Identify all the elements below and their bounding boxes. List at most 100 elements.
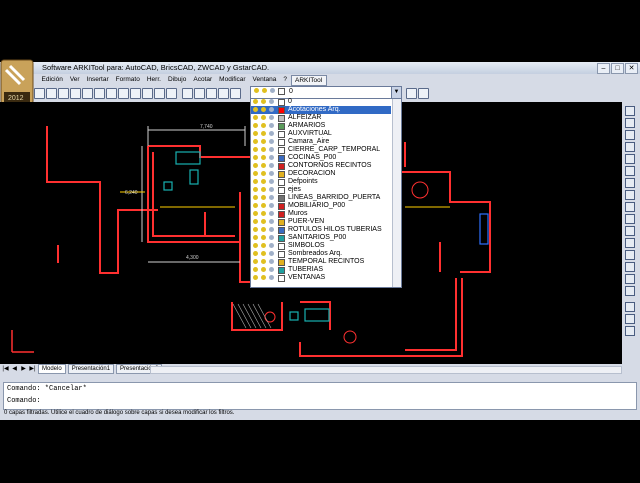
layer-on-icon[interactable]: [253, 155, 258, 160]
layer-color-swatch[interactable]: [278, 179, 285, 186]
layer-row[interactable]: PUER-VEN: [251, 218, 391, 226]
layer-on-icon[interactable]: [253, 203, 258, 208]
layer-on-icon[interactable]: [253, 107, 258, 112]
layer-freeze-icon[interactable]: [261, 115, 266, 120]
layer-lock-icon[interactable]: [269, 163, 274, 168]
layer-row[interactable]: COCINAS_P00: [251, 154, 391, 162]
layer-freeze-icon[interactable]: [261, 211, 266, 216]
menu-acotar[interactable]: Acotar: [190, 75, 216, 86]
layer-on-icon[interactable]: [253, 99, 258, 104]
layer-color-swatch[interactable]: [278, 163, 285, 170]
layer-color-swatch[interactable]: [278, 227, 285, 234]
move-icon[interactable]: [625, 166, 635, 176]
layer-row[interactable]: CONTORNOS RECINTOS: [251, 162, 391, 170]
layer-color-swatch[interactable]: [278, 219, 285, 226]
layer-lock-icon[interactable]: [269, 219, 274, 224]
chevron-down-icon[interactable]: ▼: [391, 87, 401, 98]
layer-color-swatch[interactable]: [278, 99, 285, 106]
arc-icon[interactable]: [82, 88, 93, 99]
layer-row[interactable]: Acotaciones Arq.: [251, 106, 391, 114]
layer-row[interactable]: 0: [251, 98, 391, 106]
scale-icon[interactable]: [625, 190, 635, 200]
next-tab-icon[interactable]: ▶: [20, 366, 27, 373]
tab-presentacion1[interactable]: Presentación1: [67, 364, 115, 374]
layer-on-icon[interactable]: [253, 179, 258, 184]
rectangle-icon[interactable]: [70, 88, 81, 99]
menu-arkitool[interactable]: ARKITool: [290, 75, 327, 86]
mirror-icon[interactable]: [625, 130, 635, 140]
layer-lock-icon[interactable]: [269, 147, 274, 152]
table-icon[interactable]: [218, 88, 229, 99]
layer-on-icon[interactable]: [253, 211, 258, 216]
join-icon[interactable]: [625, 250, 635, 260]
layer-row[interactable]: ALFEIZAR: [251, 114, 391, 122]
extend-icon[interactable]: [625, 226, 635, 236]
layer-lock-icon[interactable]: [269, 187, 274, 192]
layer-on-icon[interactable]: [253, 171, 258, 176]
horizontal-scrollbar[interactable]: [150, 366, 622, 374]
layer-color-swatch[interactable]: [278, 123, 285, 130]
layer-on-icon[interactable]: [253, 219, 258, 224]
layer-freeze-icon[interactable]: [261, 187, 266, 192]
menu-formato[interactable]: Formato: [112, 75, 143, 86]
layer-on-icon[interactable]: [253, 251, 258, 256]
layer-previous-icon[interactable]: [418, 88, 429, 99]
undo-icon[interactable]: [34, 88, 45, 99]
layer-row[interactable]: SANITARIOS_P00: [251, 234, 391, 242]
gradient-icon[interactable]: [194, 88, 205, 99]
offset-icon[interactable]: [625, 142, 635, 152]
layer-freeze-icon[interactable]: [261, 251, 266, 256]
layer-on-icon[interactable]: [253, 227, 258, 232]
layer-row[interactable]: Camara_Aire: [251, 138, 391, 146]
layer-on-icon[interactable]: [253, 123, 258, 128]
layer-on-icon[interactable]: [253, 131, 258, 136]
layer-list-scrollbar[interactable]: [392, 98, 401, 287]
spline-icon[interactable]: [118, 88, 129, 99]
insert-block-icon[interactable]: [154, 88, 165, 99]
close-button[interactable]: ✕: [625, 63, 638, 74]
mtext-icon[interactable]: [230, 88, 241, 99]
stretch-icon[interactable]: [625, 202, 635, 212]
layer-lock-icon[interactable]: [269, 275, 274, 280]
layer-on-icon[interactable]: [253, 187, 258, 192]
minimize-button[interactable]: –: [597, 63, 610, 74]
layer-freeze-icon[interactable]: [261, 99, 266, 104]
layer-on-icon[interactable]: [253, 259, 258, 264]
layer-lock-icon[interactable]: [269, 171, 274, 176]
trim-icon[interactable]: [625, 214, 635, 224]
layer-on-icon[interactable]: [253, 163, 258, 168]
layer-lock-icon[interactable]: [269, 251, 274, 256]
layer-color-swatch[interactable]: [278, 203, 285, 210]
line-icon[interactable]: [46, 88, 57, 99]
region-icon[interactable]: [206, 88, 217, 99]
array-icon[interactable]: [625, 154, 635, 164]
layer-on-icon[interactable]: [253, 275, 258, 280]
command-prompt[interactable]: Comando:: [7, 397, 41, 405]
layer-freeze-icon[interactable]: [261, 275, 266, 280]
tab-modelo[interactable]: Modelo: [38, 364, 66, 374]
last-tab-icon[interactable]: ▶|: [29, 366, 36, 373]
layer-lock-icon[interactable]: [269, 179, 274, 184]
layer-freeze-icon[interactable]: [261, 227, 266, 232]
copy-icon[interactable]: [625, 118, 635, 128]
layer-row[interactable]: ARMARIOS: [251, 122, 391, 130]
circle-icon[interactable]: [94, 88, 105, 99]
layer-freeze-icon[interactable]: [261, 195, 266, 200]
layer-color-swatch[interactable]: [278, 131, 285, 138]
layer-row[interactable]: TEMPORAL RECINTOS: [251, 258, 391, 266]
menu-help[interactable]: ?: [280, 75, 291, 86]
layer-freeze-icon[interactable]: [261, 131, 266, 136]
layer-freeze-icon[interactable]: [261, 155, 266, 160]
layer-freeze-icon[interactable]: [261, 219, 266, 224]
layer-on-icon[interactable]: [253, 243, 258, 248]
menu-modificar[interactable]: Modificar: [216, 75, 249, 86]
ellipse-icon[interactable]: [130, 88, 141, 99]
erase-icon[interactable]: [625, 106, 635, 116]
layer-color-swatch[interactable]: [278, 251, 285, 258]
menu-herr[interactable]: Herr.: [143, 75, 164, 86]
layer-freeze-icon[interactable]: [261, 267, 266, 272]
layer-freeze-icon[interactable]: [261, 147, 266, 152]
layer-freeze-icon[interactable]: [261, 235, 266, 240]
layer-row[interactable]: VENTANAS: [251, 274, 391, 282]
layer-color-swatch[interactable]: [278, 235, 285, 242]
